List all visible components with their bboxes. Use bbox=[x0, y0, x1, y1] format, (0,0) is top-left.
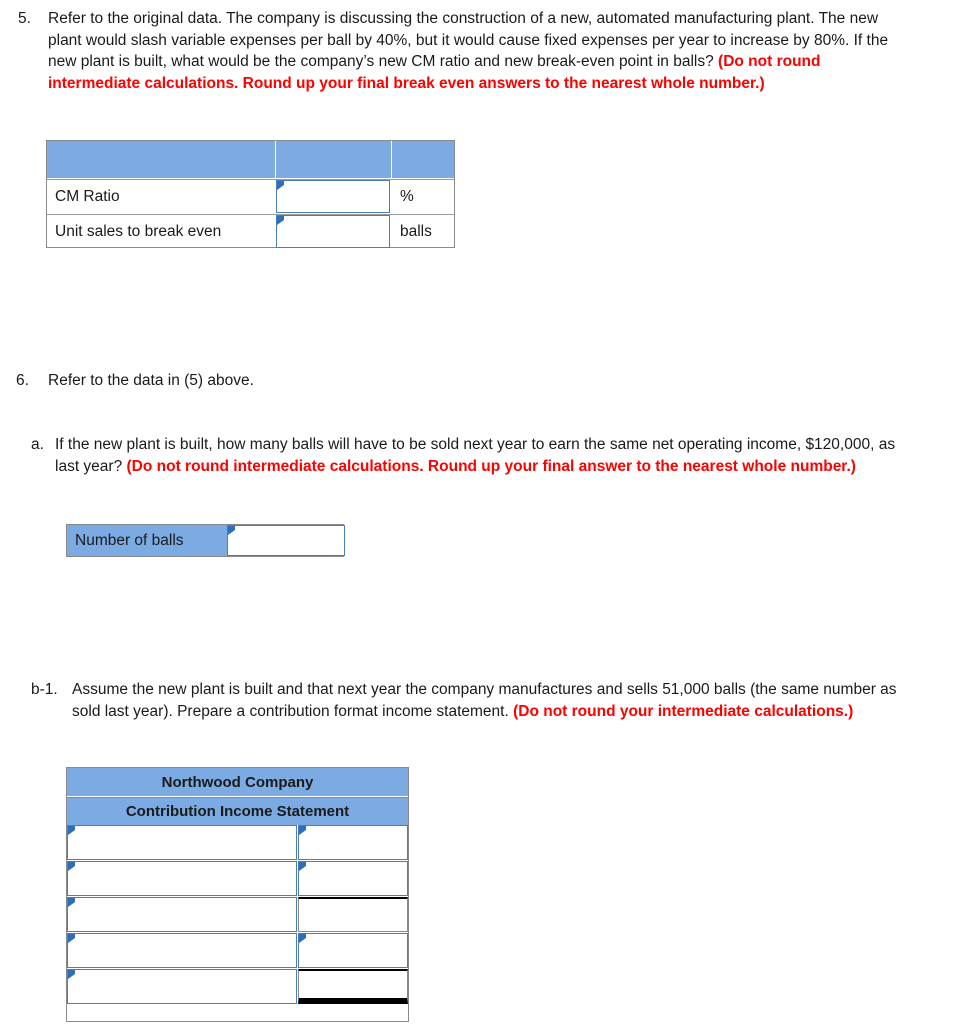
chevron-down-icon bbox=[68, 826, 75, 835]
table-row bbox=[67, 969, 408, 1004]
chevron-down-icon bbox=[228, 526, 235, 535]
chevron-down-icon bbox=[277, 181, 284, 190]
income-statement-company-title: Northwood Company bbox=[67, 768, 408, 796]
question-6a-text: If the new plant is built, how many ball… bbox=[55, 434, 921, 477]
income-row-4-amount-input[interactable] bbox=[298, 933, 408, 968]
income-row-2-label-input[interactable] bbox=[67, 861, 297, 896]
income-row-4-label-input[interactable] bbox=[67, 933, 297, 968]
chevron-down-icon bbox=[68, 970, 75, 979]
income-row-2-amount-input[interactable] bbox=[298, 861, 408, 896]
table-row: CM Ratio % bbox=[47, 179, 454, 214]
table-row bbox=[67, 897, 408, 932]
income-row-3-amount-input[interactable] bbox=[298, 897, 408, 932]
question-5-number: 5. bbox=[18, 10, 31, 27]
number-of-balls-answer-table: Number of balls bbox=[66, 524, 345, 557]
question-b1-text-red: (Do not round your intermediate calculat… bbox=[513, 702, 854, 720]
question-6: 6. Refer to the data in (5) above. bbox=[16, 370, 896, 392]
question-6a-text-red: (Do not round intermediate calculations.… bbox=[126, 457, 856, 475]
table-row bbox=[67, 825, 408, 860]
cm-ratio-header-cell-value bbox=[276, 141, 391, 178]
cm-ratio-row-label: CM Ratio bbox=[55, 187, 120, 205]
cm-ratio-header-cell-label bbox=[47, 141, 275, 178]
income-row-5-amount-input[interactable] bbox=[298, 969, 408, 1004]
chevron-down-icon bbox=[299, 862, 306, 871]
question-5: 5. Refer to the original data. The compa… bbox=[18, 8, 898, 94]
cm-ratio-table: CM Ratio % Unit sales to break even ball… bbox=[46, 140, 455, 248]
cm-ratio-table-header-row bbox=[47, 141, 454, 178]
cm-ratio-input[interactable] bbox=[276, 180, 390, 213]
chevron-down-icon bbox=[68, 898, 75, 907]
break-even-row-label: Unit sales to break even bbox=[55, 222, 222, 240]
number-of-balls-label: Number of balls bbox=[67, 525, 227, 556]
cm-ratio-unit: % bbox=[400, 187, 414, 205]
income-row-5-label-input[interactable] bbox=[67, 969, 297, 1004]
break-even-unit: balls bbox=[400, 222, 432, 240]
question-5-text: Refer to the original data. The company … bbox=[48, 8, 898, 94]
income-row-1-amount-input[interactable] bbox=[298, 825, 408, 860]
cm-ratio-header-cell-unit bbox=[392, 141, 454, 178]
table-row bbox=[67, 933, 408, 968]
question-b1-text: Assume the new plant is built and that n… bbox=[72, 679, 921, 722]
chevron-down-icon bbox=[68, 934, 75, 943]
contribution-income-statement-table: Northwood Company Contribution Income St… bbox=[66, 767, 409, 1022]
table-row bbox=[67, 861, 408, 896]
question-6-text: Refer to the data in (5) above. bbox=[48, 372, 254, 389]
question-6a-number: a. bbox=[31, 436, 44, 453]
income-statement-subtitle: Contribution Income Statement bbox=[67, 797, 408, 825]
question-b1-number: b-1. bbox=[31, 681, 58, 698]
table-row: Unit sales to break even balls bbox=[47, 214, 454, 249]
chevron-down-icon bbox=[299, 934, 306, 943]
break-even-input[interactable] bbox=[276, 215, 390, 248]
income-row-3-label-input[interactable] bbox=[67, 897, 297, 932]
question-6-number: 6. bbox=[16, 372, 29, 389]
income-row-1-label-input[interactable] bbox=[67, 825, 297, 860]
question-b1: b-1. Assume the new plant is built and t… bbox=[31, 679, 921, 722]
question-6a: a. If the new plant is built, how many b… bbox=[31, 434, 921, 477]
chevron-down-icon bbox=[68, 862, 75, 871]
chevron-down-icon bbox=[299, 826, 306, 835]
number-of-balls-input[interactable] bbox=[227, 525, 345, 556]
chevron-down-icon bbox=[277, 216, 284, 225]
